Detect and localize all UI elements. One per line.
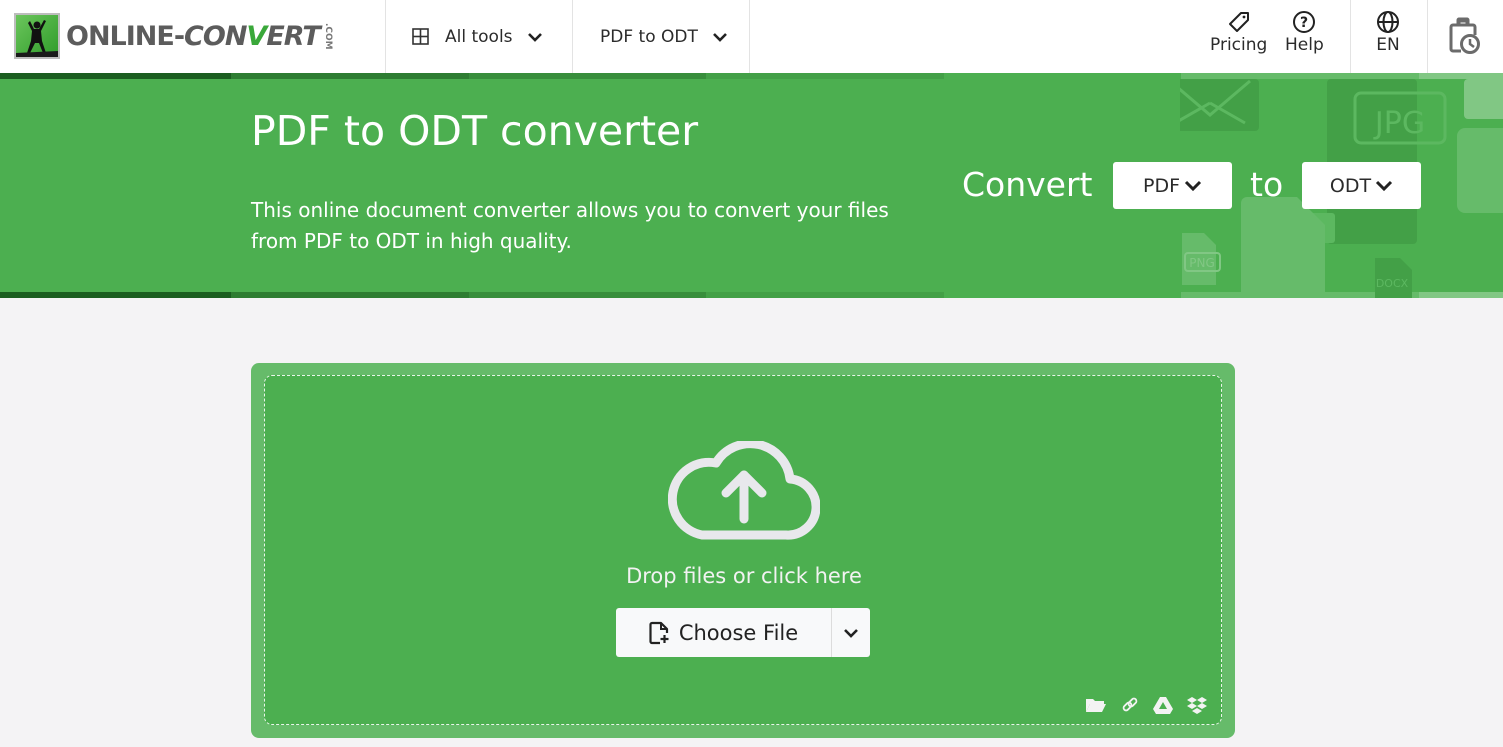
logo-text-online: ONLINE- xyxy=(66,20,185,52)
all-tools-label: All tools xyxy=(445,26,513,47)
globe-icon xyxy=(1376,10,1400,35)
upload-source-icons xyxy=(1085,696,1207,714)
decor-stripe xyxy=(469,292,706,298)
language-label: EN xyxy=(1376,35,1400,55)
choose-file-button-group: Choose File xyxy=(616,608,870,657)
chevron-down-icon xyxy=(1184,180,1202,192)
google-drive-icon[interactable] xyxy=(1153,696,1173,714)
page-title: PDF to ODT converter xyxy=(251,107,699,155)
nav-divider xyxy=(385,0,386,73)
file-add-icon xyxy=(649,621,679,645)
decor-stripe xyxy=(944,292,1181,298)
source-format-value: PDF xyxy=(1142,174,1181,197)
large-file-icon xyxy=(1241,197,1325,298)
target-format-value: ODT xyxy=(1329,174,1372,197)
converter-menu[interactable]: PDF to ODT xyxy=(600,0,728,73)
help-link[interactable]: ? Help xyxy=(1285,10,1324,55)
help-circle-icon: ? xyxy=(1292,10,1316,35)
to-label: to xyxy=(1250,165,1284,204)
choose-file-label: Choose File xyxy=(678,620,799,645)
nav-divider xyxy=(572,0,573,73)
decor-stripe xyxy=(706,292,944,298)
hero-banner: JPG PNG DOCX PDF to ODT converter This o… xyxy=(0,73,1503,298)
pricing-link[interactable]: Pricing xyxy=(1210,10,1267,55)
svg-text:?: ? xyxy=(1300,15,1308,31)
nav-divider xyxy=(1350,0,1351,73)
nav-divider xyxy=(1427,0,1428,73)
pricing-label: Pricing xyxy=(1210,35,1268,55)
logo-wordmark: ONLINE-CONVERT xyxy=(66,20,321,52)
clipboard-clock-icon xyxy=(1445,17,1481,56)
docx-label: DOCX xyxy=(1376,277,1409,290)
decor-stripe xyxy=(231,73,469,79)
chevron-down-icon xyxy=(843,628,859,638)
logo-text-v: V xyxy=(246,20,267,52)
drop-files-text: Drop files or click here xyxy=(626,564,862,588)
decor-stripe xyxy=(0,73,231,79)
logo-emblem-icon xyxy=(14,13,60,59)
all-tools-menu[interactable]: All tools xyxy=(412,0,543,73)
logo-text-ert: ERT xyxy=(266,20,320,52)
more-upload-options-button[interactable] xyxy=(832,608,870,657)
file-drop-zone[interactable]: Drop files or click here Choose File xyxy=(264,375,1222,725)
decor-stripe xyxy=(706,73,944,79)
decor-stripe xyxy=(0,292,231,298)
top-navigation: ONLINE-CONVERT .COM All tools PDF to ODT… xyxy=(0,0,1503,73)
history-button[interactable] xyxy=(1445,17,1481,56)
dropbox-icon[interactable] xyxy=(1187,696,1207,714)
nav-divider xyxy=(749,0,750,73)
help-label: Help xyxy=(1285,35,1324,55)
target-format-select[interactable]: ODT xyxy=(1302,162,1421,209)
chevron-down-icon xyxy=(712,32,728,42)
decor-stripe xyxy=(469,73,706,79)
png-label: PNG xyxy=(1189,256,1215,270)
link-icon[interactable] xyxy=(1121,696,1139,714)
choose-file-button[interactable]: Choose File xyxy=(616,608,832,657)
chevron-down-icon xyxy=(527,32,543,42)
jpg-label: JPG xyxy=(1373,106,1425,141)
decor-stripe xyxy=(231,292,469,298)
logo-text-con: CON xyxy=(184,20,247,52)
logo-tld: .COM xyxy=(322,22,333,50)
page-description: This online document converter allows yo… xyxy=(251,198,889,253)
convert-label: Convert xyxy=(962,165,1093,204)
decor-stripe xyxy=(944,73,1181,79)
image-icon xyxy=(1464,79,1503,119)
grid-icon xyxy=(412,28,429,45)
chevron-down-icon xyxy=(1375,180,1393,192)
file-icon xyxy=(1457,128,1503,213)
logo[interactable]: ONLINE-CONVERT .COM xyxy=(14,13,333,59)
upload-panel: Drop files or click here Choose File xyxy=(251,363,1235,738)
source-format-select[interactable]: PDF xyxy=(1113,162,1232,209)
cloud-upload-icon xyxy=(668,441,820,543)
folder-icon[interactable] xyxy=(1085,697,1107,713)
price-tag-icon xyxy=(1227,10,1251,35)
language-selector[interactable]: EN xyxy=(1376,10,1400,55)
converter-menu-label: PDF to ODT xyxy=(600,26,698,47)
